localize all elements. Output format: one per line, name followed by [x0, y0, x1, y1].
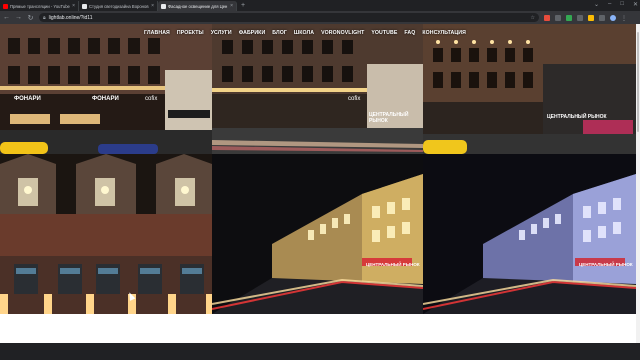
facade-photo [212, 154, 423, 314]
forward-icon[interactable]: → [15, 14, 22, 21]
shop-sign: ЦЕНТРАЛЬНЫЙ РЫНОК [579, 262, 633, 267]
gallery-photo-3[interactable]: ЦЕНТРАЛЬНЫЙ РЫНОК [423, 24, 636, 154]
address-bar[interactable]: 🔒︎ lightlab.online/?id11 ☆ [39, 13, 539, 22]
tab-facade-lighting[interactable]: Фасадное освещение для Цен × [158, 1, 237, 11]
facade-photo [423, 24, 636, 154]
nav-item-services[interactable]: УСЛУГИ [211, 30, 232, 36]
extension-icon[interactable] [544, 14, 550, 21]
url-text: lightlab.online/?id11 [48, 14, 93, 21]
extensions-area: ⋮ [544, 14, 627, 22]
extension-icon[interactable] [599, 14, 605, 21]
nav-item-blog[interactable]: БЛОГ [272, 30, 287, 36]
site-nav: ГЛАВНАЯ ПРОЕКТЫ УСЛУГИ ФАБРИКИ БЛОГ ШКОЛ… [144, 30, 466, 36]
close-tab-icon[interactable]: × [72, 3, 75, 9]
gallery-photo-4[interactable] [0, 154, 212, 314]
nav-item-consultation[interactable]: КОНСУЛЬТАЦИЯ [422, 30, 466, 36]
minimize-icon[interactable]: – [608, 1, 611, 8]
back-icon[interactable]: ← [3, 14, 10, 21]
tab-strip: Прямые трансляции - YouTube × Студия све… [0, 0, 640, 11]
close-tab-icon[interactable]: × [151, 3, 154, 9]
nav-item-projects[interactable]: ПРОЕКТЫ [177, 30, 204, 36]
site-favicon-icon [82, 3, 87, 9]
browser-toolbar: ← → ↻ 🔒︎ lightlab.online/?id11 ☆ ⋮ [0, 11, 640, 24]
nav-item-voronovlight[interactable]: VORONOVLIGHT [321, 30, 364, 36]
gallery-photo-5[interactable]: ЦЕНТРАЛЬНЫЙ РЫНОК [212, 154, 423, 314]
extension-icon[interactable] [555, 14, 561, 21]
chevron-down-icon[interactable]: ⌄ [594, 1, 599, 8]
nav-item-faq[interactable]: FAQ [404, 30, 415, 36]
tab-youtube[interactable]: Прямые трансляции - YouTube × [0, 1, 79, 11]
taskbar-area [0, 343, 640, 360]
gallery-photo-6[interactable]: ЦЕНТРАЛЬНЫЙ РЫНОК [423, 154, 636, 314]
nav-item-youtube[interactable]: YOUTUBE [371, 30, 397, 36]
brand-sign: ФОНАРИ [92, 96, 119, 102]
page-viewport: ФОНАРИ ФОНАРИ cofix ЦЕНТРАЛЬНЫЙ РЫНОК co… [0, 24, 640, 360]
shop-sign: ЦЕНТРАЛЬНЫЙ РЫНОК [369, 112, 409, 124]
page-scrollbar[interactable] [636, 24, 640, 360]
lock-icon: 🔒︎ [43, 14, 46, 21]
brand-sign: ФОНАРИ [14, 96, 41, 102]
reload-icon[interactable]: ↻ [27, 14, 34, 22]
facade-photo [212, 24, 423, 154]
close-window-icon[interactable]: ✕ [633, 1, 638, 8]
nav-item-factories[interactable]: ФАБРИКИ [239, 30, 266, 36]
youtube-icon [3, 3, 8, 9]
tab-studio[interactable]: Студия светодизайна Воронов × [79, 1, 158, 11]
shop-sign: ЦЕНТРАЛЬНЫЙ РЫНОК [366, 262, 420, 267]
cofix-sign: cofix [145, 96, 158, 102]
avatar[interactable] [610, 14, 616, 21]
extension-icon[interactable] [588, 14, 594, 21]
scrollbar-thumb[interactable] [637, 32, 639, 132]
facade-photo [423, 154, 636, 314]
site-favicon-icon [161, 3, 166, 9]
photo-gallery: ФОНАРИ ФОНАРИ cofix ЦЕНТРАЛЬНЫЙ РЫНОК co… [0, 24, 636, 314]
gallery-photo-1[interactable]: ФОНАРИ ФОНАРИ cofix [0, 24, 212, 154]
extension-icon[interactable] [566, 14, 572, 21]
bookmark-star-icon[interactable]: ☆ [531, 15, 535, 21]
gallery-photo-2[interactable]: ЦЕНТРАЛЬНЫЙ РЫНОК cofix [212, 24, 423, 154]
nav-item-school[interactable]: ШКОЛА [294, 30, 314, 36]
facade-photo [0, 154, 212, 314]
menu-dots-icon[interactable]: ⋮ [621, 15, 627, 22]
facade-photo [0, 24, 212, 154]
new-tab-button[interactable]: + [237, 1, 249, 11]
nav-item-home[interactable]: ГЛАВНАЯ [144, 30, 170, 36]
cofix-sign: cofix [348, 96, 361, 102]
shop-sign: ЦЕНТРАЛЬНЫЙ РЫНОК [547, 114, 607, 120]
extension-icon[interactable] [577, 14, 583, 21]
maximize-icon[interactable]: □ [620, 1, 624, 8]
window-controls: ⌄ – □ ✕ [594, 1, 638, 8]
close-tab-icon[interactable]: × [230, 3, 233, 9]
